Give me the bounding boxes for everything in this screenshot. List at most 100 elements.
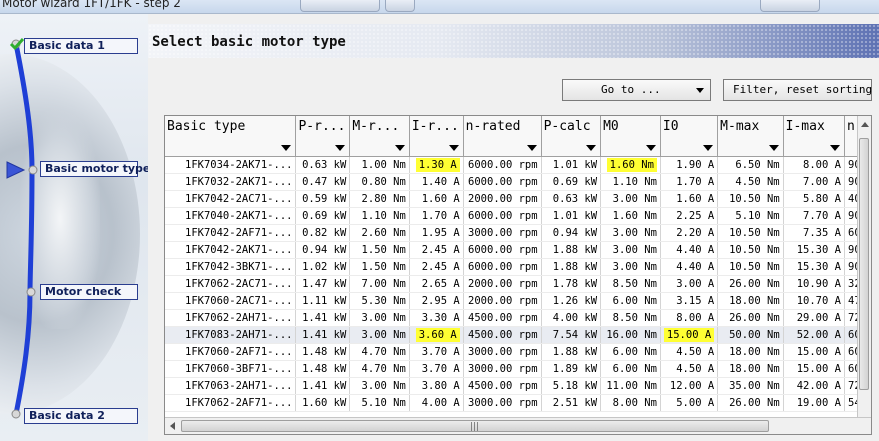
table-row[interactable]: 1FK7042-3BK71-... 1.02 kW 1.50 Nm 2.45 A 600… [165, 258, 871, 276]
sort-arrow-icon[interactable] [448, 144, 459, 151]
table-cell: 29.00 A [783, 309, 845, 327]
cell-value: 4.00 A [421, 396, 460, 409]
table-cell: 5.10 Nm [349, 394, 410, 412]
sort-arrow-icon[interactable] [586, 144, 597, 151]
column-header[interactable]: n-rated [463, 116, 542, 157]
column-header[interactable]: I0 [660, 116, 719, 157]
table-cell: 6000.00 rpm [463, 173, 542, 191]
background-tab [760, 0, 820, 12]
cell-value: 6000.00 rpm [468, 175, 538, 188]
table-cell: 4.50 A [660, 343, 719, 361]
cell-value: 15.00 A [663, 327, 715, 342]
table-cell: 8.00 A [660, 309, 719, 327]
sort-arrow-icon[interactable] [703, 144, 714, 151]
check-icon [9, 38, 25, 51]
cell-value: 4500.00 rpm [468, 328, 538, 341]
table-row[interactable]: 1FK7060-2AC71-... 1.11 kW 5.30 Nm 2.95 A 200… [165, 292, 871, 310]
table-row[interactable]: 1FK7060-3BF71-... 1.48 kW 4.70 Nm 3.70 A 300… [165, 360, 871, 378]
column-header[interactable]: P-calc [541, 116, 602, 157]
cell-value: 6000.00 rpm [468, 209, 538, 222]
sort-arrow-icon[interactable] [768, 144, 779, 151]
scroll-left-icon[interactable] [170, 422, 175, 430]
sort-arrow-icon[interactable] [335, 144, 346, 151]
step-basic-data-2[interactable]: Basic data 2 [24, 408, 138, 424]
column-header[interactable]: I-r... [409, 116, 464, 157]
table-cell: 8.00 A [783, 156, 845, 174]
table-cell: 1FK7042-2AF71-... [165, 224, 297, 242]
column-header[interactable]: M0 [600, 116, 661, 157]
cell-value: 15.30 A [796, 243, 841, 256]
sort-arrow-icon[interactable] [829, 144, 840, 151]
sort-arrow-icon[interactable] [281, 144, 292, 151]
goto-dropdown[interactable]: Go to ... [562, 79, 711, 101]
vertical-scrollbar[interactable] [857, 116, 871, 418]
sort-arrow-icon[interactable] [645, 144, 656, 151]
table-cell: 1.41 kW [295, 309, 351, 327]
table-cell: 6000.00 rpm [463, 156, 542, 174]
table-cell: 1FK7062-2AC71-... [165, 275, 297, 293]
cell-value: 6.50 Nm [735, 158, 780, 171]
column-header-label: I-max [785, 119, 825, 134]
cell-value: 1.88 kW [552, 345, 598, 358]
cell-value: 50.00 Nm [729, 328, 780, 341]
column-header[interactable]: M-r... [349, 116, 410, 157]
table-cell: 3.60 A [409, 326, 464, 344]
table-row[interactable]: 1FK7040-2AK71-... 0.69 kW 1.10 Nm 1.70 A 600… [165, 207, 871, 225]
table-row[interactable]: 1FK7062-2AC71-... 1.47 kW 7.00 Nm 2.65 A 200… [165, 275, 871, 293]
column-header-label: P-r... [298, 119, 346, 134]
grip-icon: ||| [470, 422, 480, 432]
scroll-up-icon[interactable] [861, 122, 869, 127]
table-row[interactable]: 1FK7062-2AH71-... 1.41 kW 3.00 Nm 3.30 A 450… [165, 309, 871, 327]
column-header[interactable]: P-r... [295, 116, 351, 157]
cell-value: 7.54 kW [552, 328, 598, 341]
table-cell: 2.20 A [660, 224, 719, 242]
table-cell: 15.00 A [783, 343, 845, 361]
table-row[interactable]: 1FK7063-2AH71-... 1.41 kW 3.00 Nm 3.80 A 450… [165, 377, 871, 395]
cell-value: 0.63 kW [302, 158, 347, 171]
table-cell: 1.60 A [409, 190, 464, 208]
horizontal-scrollbar[interactable]: ||| [165, 417, 871, 434]
step-basic-data-1[interactable]: Basic data 1 [24, 38, 138, 54]
table-row[interactable]: 1FK7060-2AF71-... 1.48 kW 4.70 Nm 3.70 A 300… [165, 343, 871, 361]
table-cell: 15.00 A [783, 360, 845, 378]
table-row[interactable]: 1FK7062-2AF71-... 1.60 kW 5.10 Nm 4.00 A 300… [165, 394, 871, 412]
table-cell: 5.80 A [783, 190, 845, 208]
step-basic-motor-type[interactable]: Basic motor type [40, 161, 148, 177]
table-row[interactable]: 1FK7042-2AF71-... 0.82 kW 2.60 Nm 1.95 A 300… [165, 224, 871, 242]
filter-reset-sorting-button[interactable]: Filter, reset sorting [723, 79, 872, 101]
sort-arrow-icon[interactable] [526, 144, 537, 151]
column-header[interactable]: M-max [717, 116, 784, 157]
table-row[interactable]: 1FK7042-2AK71-... 0.94 kW 1.50 Nm 2.45 A 600… [165, 241, 871, 259]
vertical-scroll-thumb[interactable] [859, 138, 869, 390]
table-cell: 1.88 kW [541, 241, 602, 259]
table-cell: 6.50 Nm [717, 156, 784, 174]
cell-value: 4500.00 rpm [468, 311, 538, 324]
horizontal-scroll-thumb[interactable]: ||| [181, 420, 769, 432]
column-header[interactable]: Basic type [165, 116, 297, 157]
cell-value: 1.90 A [676, 158, 715, 171]
cell-value: 4.70 Nm [361, 362, 406, 375]
table-row[interactable]: 1FK7042-2AC71-... 0.59 kW 2.80 Nm 1.60 A 200… [165, 190, 871, 208]
cell-value: 11.00 Nm [606, 379, 657, 392]
table-cell: 4500.00 rpm [463, 377, 542, 395]
table-cell: 4500.00 rpm [463, 326, 542, 344]
table-row[interactable]: 1FK7032-2AK71-... 0.47 kW 0.80 Nm 1.40 A 600… [165, 173, 871, 191]
table-cell: 16.00 Nm [600, 326, 661, 344]
cell-value: 1.95 A [421, 226, 460, 239]
column-header[interactable]: I-max [783, 116, 845, 157]
table-row[interactable]: 1FK7034-2AK71-... 0.63 kW 1.00 Nm 1.30 A 600… [165, 156, 871, 174]
table-cell: 3.00 Nm [349, 326, 410, 344]
table-cell: 10.50 Nm [717, 224, 784, 242]
table-cell: 0.82 kW [295, 224, 351, 242]
motor-type-table: Basic type P-r... M-r... I-r... n-rated P-cal… [164, 115, 872, 435]
table-cell: 6000.00 rpm [463, 258, 542, 276]
table-cell: 26.00 Nm [717, 309, 784, 327]
table-cell: 1.50 Nm [349, 258, 410, 276]
sort-arrow-icon[interactable] [394, 144, 405, 151]
table-row[interactable]: 1FK7083-2AH71-... 1.41 kW 3.00 Nm 3.60 A 450… [165, 326, 871, 344]
cell-value: 2.25 A [676, 209, 715, 222]
cell-value: 1FK7042-3BK71-... [185, 260, 293, 273]
cell-value: 1.02 kW [302, 260, 347, 273]
cell-value: 1.41 kW [302, 311, 347, 324]
step-motor-check[interactable]: Motor check [40, 284, 138, 300]
